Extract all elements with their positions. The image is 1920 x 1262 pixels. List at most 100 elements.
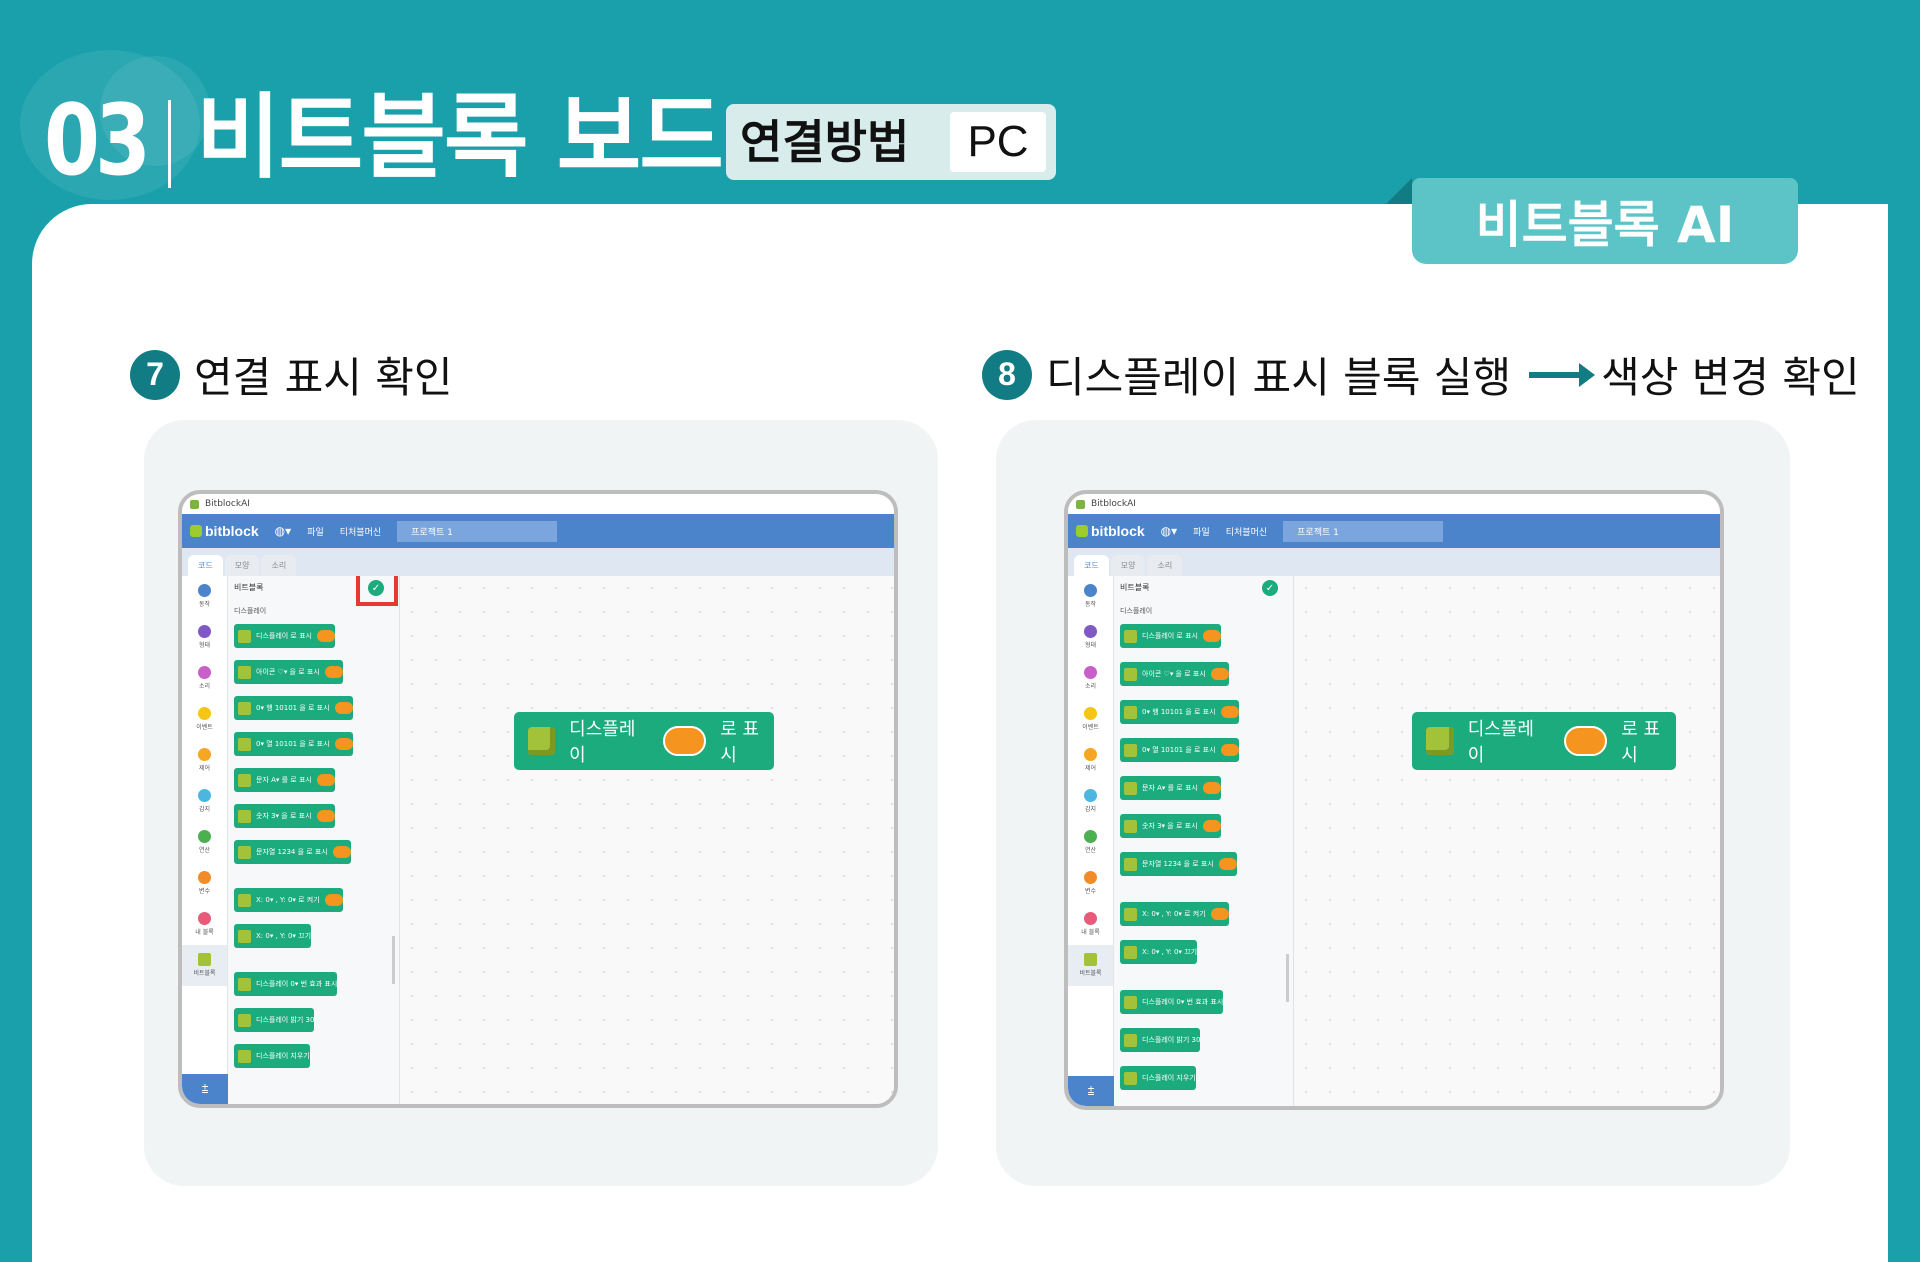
color-input[interactable]	[316, 774, 335, 786]
palette-block[interactable]: 0▾ 행 10101 을 로 표시	[1120, 700, 1239, 724]
arrow-icon	[1529, 362, 1596, 387]
category-operators[interactable]: 연산	[182, 822, 227, 863]
tab-code[interactable]: 코드	[188, 555, 223, 576]
tab-sound[interactable]: 소리	[261, 555, 297, 576]
color-input[interactable]	[663, 726, 707, 756]
palette-block[interactable]: X: 0▾ , Y: 0▾ 끄기	[1120, 940, 1198, 964]
palette-block[interactable]: 0▾ 행 10101 을 로 표시	[234, 696, 353, 720]
palette-scrollbar[interactable]	[1286, 954, 1289, 1002]
app-icon	[1076, 499, 1085, 509]
palette-block[interactable]: 디스플레이 로 표시	[234, 624, 335, 648]
block-label: 아이콘 ♡▾ 을 로 표시	[256, 668, 320, 676]
palette-block[interactable]: 디스플레이 0▾ 번 효과 표시	[234, 972, 338, 996]
bitblock-logo[interactable]: bitblock	[190, 523, 259, 539]
palette-block[interactable]: 문자열 1234 을 로 표시	[1120, 852, 1237, 876]
palette-subtitle: 디스플레이	[1120, 607, 1153, 615]
palette-block[interactable]: 0▾ 열 10101 을 로 표시	[1120, 738, 1239, 762]
category-sensing[interactable]: 감지	[182, 781, 227, 822]
color-input[interactable]	[334, 702, 353, 714]
category-myblocks[interactable]: 내 블록	[182, 904, 227, 945]
category-variables[interactable]: 변수	[182, 863, 227, 904]
palette-block[interactable]: 아이콘 ♡▾ 을 로 표시	[1120, 662, 1229, 686]
category-variables[interactable]: 변수	[1068, 863, 1113, 904]
code-canvas[interactable]: 디스플레이 로 표시	[1294, 576, 1720, 1106]
code-canvas[interactable]: 디스플레이 로 표시	[400, 576, 894, 1104]
category-sound[interactable]: 소리	[182, 658, 227, 699]
menu-teachable[interactable]: 티처블머신	[1226, 525, 1267, 538]
category-looks[interactable]: 형태	[1068, 617, 1113, 658]
color-input[interactable]	[1210, 668, 1229, 680]
display-block[interactable]: 디스플레이 로 표시	[514, 712, 774, 770]
project-name-input[interactable]: 프로젝트 1	[397, 520, 558, 542]
palette-block[interactable]: 문자열 1234 을 로 표시	[234, 840, 351, 864]
tab-code[interactable]: 코드	[1074, 555, 1109, 576]
color-input[interactable]	[1202, 820, 1221, 832]
globe-icon[interactable]: ◍▾	[275, 524, 292, 538]
palette-block[interactable]: 디스플레이 밝기 30	[1120, 1028, 1201, 1052]
category-events[interactable]: 이벤트	[1068, 699, 1113, 740]
palette-block[interactable]: 디스플레이 밝기 30	[234, 1008, 315, 1032]
tab-costume[interactable]: 모양	[224, 555, 260, 576]
color-input[interactable]	[1218, 858, 1237, 870]
color-input[interactable]	[1210, 908, 1229, 920]
step-7-title: 7 연결 표시 확인	[130, 344, 453, 405]
palette-block[interactable]: 숫자 3▾ 을 로 표시	[1120, 814, 1221, 838]
color-input[interactable]	[324, 894, 343, 906]
palette-block[interactable]: 숫자 3▾ 을 로 표시	[234, 804, 335, 828]
category-dot	[198, 912, 211, 925]
category-dot	[1084, 912, 1097, 925]
menu-file[interactable]: 파일	[1193, 525, 1210, 538]
globe-icon[interactable]: ◍▾	[1161, 524, 1178, 538]
palette-block[interactable]: X: 0▾ , Y: 0▾ 로 켜기	[234, 888, 343, 912]
palette-block[interactable]: 문자 A▾ 를 로 표시	[1120, 776, 1221, 800]
palette-block[interactable]: 디스플레이 지우기	[1120, 1066, 1196, 1090]
color-input[interactable]	[1220, 706, 1239, 718]
category-control[interactable]: 제어	[1068, 740, 1113, 781]
category-dot	[198, 748, 211, 761]
category-events[interactable]: 이벤트	[182, 699, 227, 740]
color-input[interactable]	[316, 810, 335, 822]
category-sensing[interactable]: 감지	[1068, 781, 1113, 822]
palette-block[interactable]: 아이콘 ♡▾ 을 로 표시	[234, 660, 343, 684]
category-bitblock[interactable]: 비트블록	[1068, 945, 1113, 986]
project-name-input[interactable]: 프로젝트 1	[1283, 520, 1444, 542]
category-operators[interactable]: 연산	[1068, 822, 1113, 863]
color-input[interactable]	[316, 630, 335, 642]
block-label: 숫자 3▾ 을 로 표시	[256, 812, 312, 820]
palette-block[interactable]: X: 0▾ , Y: 0▾ 끄기	[234, 924, 312, 948]
palette-block[interactable]: 문자 A▾ 를 로 표시	[234, 768, 335, 792]
color-input[interactable]	[324, 666, 343, 678]
color-input[interactable]	[334, 738, 353, 750]
category-dot	[1084, 584, 1097, 597]
category-looks[interactable]: 형태	[182, 617, 227, 658]
category-control[interactable]: 제어	[182, 740, 227, 781]
color-input[interactable]	[1202, 630, 1221, 642]
category-dot	[1084, 830, 1097, 843]
category-bitblock[interactable]: 비트블록	[182, 945, 227, 986]
cube-icon	[1426, 727, 1454, 755]
category-myblocks[interactable]: 내 블록	[1068, 904, 1113, 945]
method-label: 연결방법	[740, 115, 910, 169]
tab-sound[interactable]: 소리	[1147, 555, 1183, 576]
color-input[interactable]	[1202, 782, 1221, 794]
bitblock-logo[interactable]: bitblock	[1076, 523, 1145, 539]
tab-costume[interactable]: 모양	[1110, 555, 1146, 576]
menu-file[interactable]: 파일	[307, 525, 324, 538]
color-input[interactable]	[332, 846, 351, 858]
palette-block[interactable]: 디스플레이 0▾ 번 효과 표시	[1120, 990, 1224, 1014]
extension-button[interactable]: ⩲	[1068, 1076, 1114, 1106]
palette-block[interactable]: 디스플레이 로 표시	[1120, 624, 1221, 648]
category-motion[interactable]: 동작	[1068, 576, 1113, 617]
category-motion[interactable]: 동작	[182, 576, 227, 617]
color-input[interactable]	[1220, 744, 1239, 756]
menu-teachable[interactable]: 티처블머신	[340, 525, 381, 538]
category-sound[interactable]: 소리	[1068, 658, 1113, 699]
cube-icon	[238, 701, 251, 715]
display-block[interactable]: 디스플레이 로 표시	[1412, 712, 1676, 770]
extension-button[interactable]: ⩲	[182, 1074, 228, 1104]
palette-scrollbar[interactable]	[392, 936, 395, 984]
color-input[interactable]	[1563, 726, 1608, 756]
palette-block[interactable]: 0▾ 열 10101 을 로 표시	[234, 732, 353, 756]
palette-block[interactable]: 디스플레이 지우기	[234, 1044, 310, 1068]
palette-block[interactable]: X: 0▾ , Y: 0▾ 로 켜기	[1120, 902, 1229, 926]
